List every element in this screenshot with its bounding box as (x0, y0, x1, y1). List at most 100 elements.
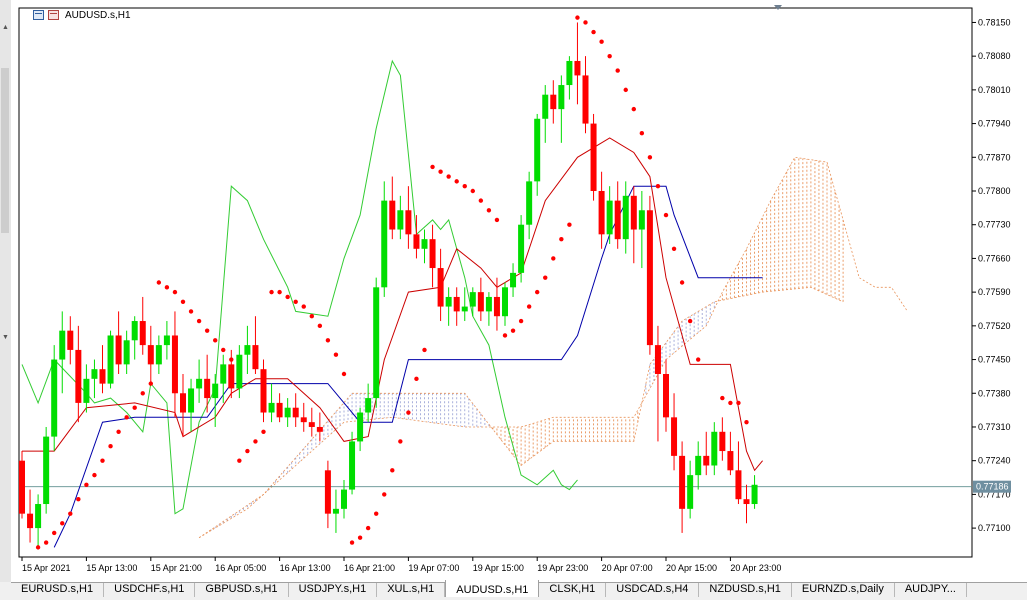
sar-dot (430, 164, 435, 170)
time-label: 20 Apr 15:00 (666, 563, 717, 573)
sar-dot (301, 304, 306, 309)
price-label: 0.77940 (978, 119, 1011, 129)
candle-body (469, 292, 476, 307)
sar-dot (454, 179, 459, 184)
tab-nzdusd-s-h1[interactable]: NZDUSD.s,H1 (699, 583, 792, 597)
candle-body (654, 345, 661, 374)
chart-title: AUDUSD.s,H1 (65, 9, 131, 21)
sar-dot (599, 39, 604, 44)
tab-eurusd-s-h1[interactable]: EURUSD.s,H1 (11, 583, 105, 597)
candle-body (35, 504, 42, 529)
sar-dot (422, 347, 427, 353)
chart-title-bar: AUDUSD.s,H1 (33, 8, 131, 22)
chart-window[interactable]: 0.78150 0.78080 0.78010 0.77940 0.77870 0.778… (11, 0, 1027, 582)
price-label: 0.77800 (978, 186, 1011, 196)
candle-body (43, 436, 50, 505)
sar-dot (720, 395, 725, 401)
tab-gbpusd-s-h1[interactable]: GBPUSD.s,H1 (195, 583, 289, 597)
candle-body (461, 306, 468, 312)
candle-body (316, 426, 323, 432)
tab-usdjpy-s-h1[interactable]: USDJPY.s,H1 (289, 583, 378, 597)
tab-usdcad-s-h4[interactable]: USDCAD.s,H4 (606, 583, 700, 597)
sar-dot (132, 405, 137, 410)
sar-dot (535, 289, 540, 295)
candle-body (437, 268, 444, 307)
sar-dot (140, 391, 145, 396)
price-label: 0.78080 (978, 51, 1011, 61)
sar-dot (470, 188, 475, 194)
sar-dot (124, 415, 129, 420)
sar-dot (285, 294, 290, 300)
chart-canvas[interactable]: 0.78150 0.78080 0.78010 0.77940 0.77870 0.778… (11, 0, 1027, 582)
sar-dot (229, 357, 234, 362)
tab-usdchf-s-h1[interactable]: USDCHF.s,H1 (104, 583, 196, 597)
candle-body (614, 200, 621, 240)
sar-dot (269, 289, 274, 295)
candle (43, 426, 50, 514)
sar-dot (325, 338, 331, 343)
candle-body (171, 335, 178, 394)
sar-dot (253, 439, 258, 444)
candle-body (19, 460, 25, 514)
sar-dot (543, 275, 548, 280)
sar-dot (172, 289, 178, 295)
candle-body (236, 354, 243, 389)
sar-dot (462, 183, 467, 189)
sar-dot (84, 482, 89, 487)
price-axis: 0.78150 0.78080 0.78010 0.77940 0.77870 0.778… (972, 17, 1011, 533)
candle-body (67, 330, 74, 350)
time-label: 19 Apr 07:00 (408, 563, 459, 573)
chart-tab-bar: EURUSD.s,H1 USDCHF.s,H1 GBPUSD.s,H1 USDJPY.… (11, 580, 1027, 597)
sar-dot (615, 68, 620, 73)
tab-audjpy[interactable]: AUDJPY... (895, 583, 967, 597)
candle-body (518, 224, 525, 273)
time-label: 15 Apr 2021 (22, 563, 71, 573)
candle-body (687, 475, 694, 509)
candle-body (743, 499, 750, 505)
sar-dot (365, 525, 371, 531)
price-label: 0.77450 (978, 355, 1011, 365)
candle-body (630, 195, 637, 230)
candle-body (493, 296, 500, 317)
price-label: 0.77870 (978, 152, 1011, 162)
candle-body (429, 239, 436, 269)
chevron-up-icon[interactable]: ▲ (2, 24, 9, 31)
tab-xul-s-h1[interactable]: XUL.s,H1 (377, 583, 446, 597)
sar-dot (446, 174, 451, 179)
tab-eurnzd-s-daily[interactable]: EURNZD.s,Daily (792, 583, 895, 597)
price-label: 0.77590 (978, 287, 1011, 297)
sar-dot (116, 429, 121, 434)
sar-dot (607, 53, 612, 59)
sar-dot (180, 299, 186, 304)
candle-body (300, 417, 307, 423)
candle-body (268, 402, 275, 413)
tab-clsk-h1[interactable]: CLSK,H1 (539, 583, 607, 597)
candle-body (123, 340, 130, 365)
sar-dot (478, 198, 484, 203)
sar-dot (188, 309, 194, 314)
time-label: 15 Apr 21:00 (151, 563, 202, 573)
candle-body (413, 234, 420, 249)
left-scrollbar-thumb[interactable] (1, 68, 9, 233)
candle-body (163, 335, 170, 346)
candle-body (357, 412, 364, 442)
candle-body (381, 200, 388, 288)
sar-dot (156, 280, 162, 285)
sar-dot (518, 318, 524, 324)
sar-dot (414, 376, 419, 382)
candle-body (558, 85, 565, 110)
tab-audusd-s-h1[interactable]: AUDUSD.s,H1 (445, 580, 540, 597)
sar-dot (486, 208, 492, 213)
candle-body (292, 407, 299, 418)
time-label: 16 Apr 05:00 (215, 563, 266, 573)
chevron-down-icon[interactable]: ▼ (2, 334, 9, 341)
candle-body (188, 388, 195, 413)
time-label: 15 Apr 13:00 (86, 563, 137, 573)
sar-dot (76, 497, 81, 502)
time-label: 16 Apr 21:00 (344, 563, 395, 573)
candle-body (51, 359, 58, 437)
candle-body (204, 378, 211, 399)
price-label: 0.77380 (978, 388, 1011, 398)
candle-body (421, 239, 428, 249)
candle-body (638, 210, 645, 230)
